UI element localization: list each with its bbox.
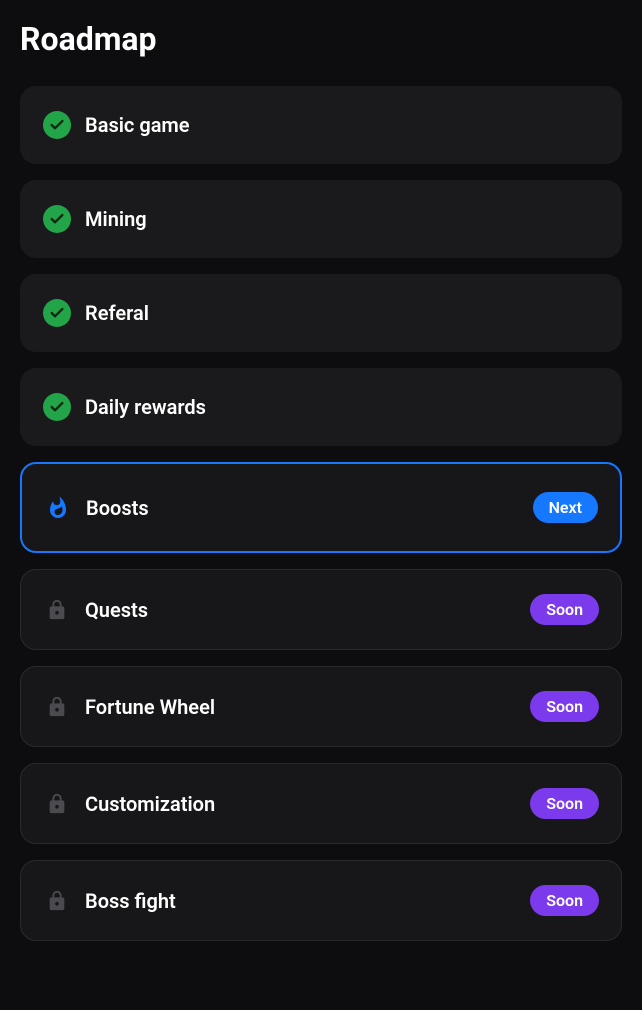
soon-badge: Soon <box>530 788 599 819</box>
item-label: Referal <box>85 301 599 325</box>
soon-badge: Soon <box>530 691 599 722</box>
item-label: Boosts <box>86 496 519 520</box>
roadmap-item-daily-rewards[interactable]: Daily rewards <box>20 368 622 446</box>
roadmap-item-referal[interactable]: Referal <box>20 274 622 352</box>
item-label: Quests <box>85 598 516 622</box>
roadmap-item-customization[interactable]: Customization Soon <box>20 763 622 844</box>
item-label: Mining <box>85 207 599 231</box>
fire-icon <box>44 494 72 522</box>
soon-badge: Soon <box>530 885 599 916</box>
item-label: Customization <box>85 792 516 816</box>
lock-icon <box>43 887 71 915</box>
check-icon <box>43 393 71 421</box>
roadmap-item-basic-game[interactable]: Basic game <box>20 86 622 164</box>
roadmap-item-boss-fight[interactable]: Boss fight Soon <box>20 860 622 941</box>
item-label: Daily rewards <box>85 395 599 419</box>
lock-icon <box>43 790 71 818</box>
check-icon <box>43 111 71 139</box>
next-badge: Next <box>533 492 598 523</box>
roadmap-list: Basic game Mining Referal Daily rewards … <box>20 86 622 941</box>
roadmap-item-mining[interactable]: Mining <box>20 180 622 258</box>
check-icon <box>43 205 71 233</box>
item-label: Basic game <box>85 113 599 137</box>
check-icon <box>43 299 71 327</box>
item-label: Boss fight <box>85 889 516 913</box>
roadmap-item-boosts[interactable]: Boosts Next <box>20 462 622 553</box>
lock-icon <box>43 596 71 624</box>
page-title: Roadmap <box>20 20 622 58</box>
soon-badge: Soon <box>530 594 599 625</box>
item-label: Fortune Wheel <box>85 695 516 719</box>
roadmap-item-fortune-wheel[interactable]: Fortune Wheel Soon <box>20 666 622 747</box>
lock-icon <box>43 693 71 721</box>
roadmap-item-quests[interactable]: Quests Soon <box>20 569 622 650</box>
